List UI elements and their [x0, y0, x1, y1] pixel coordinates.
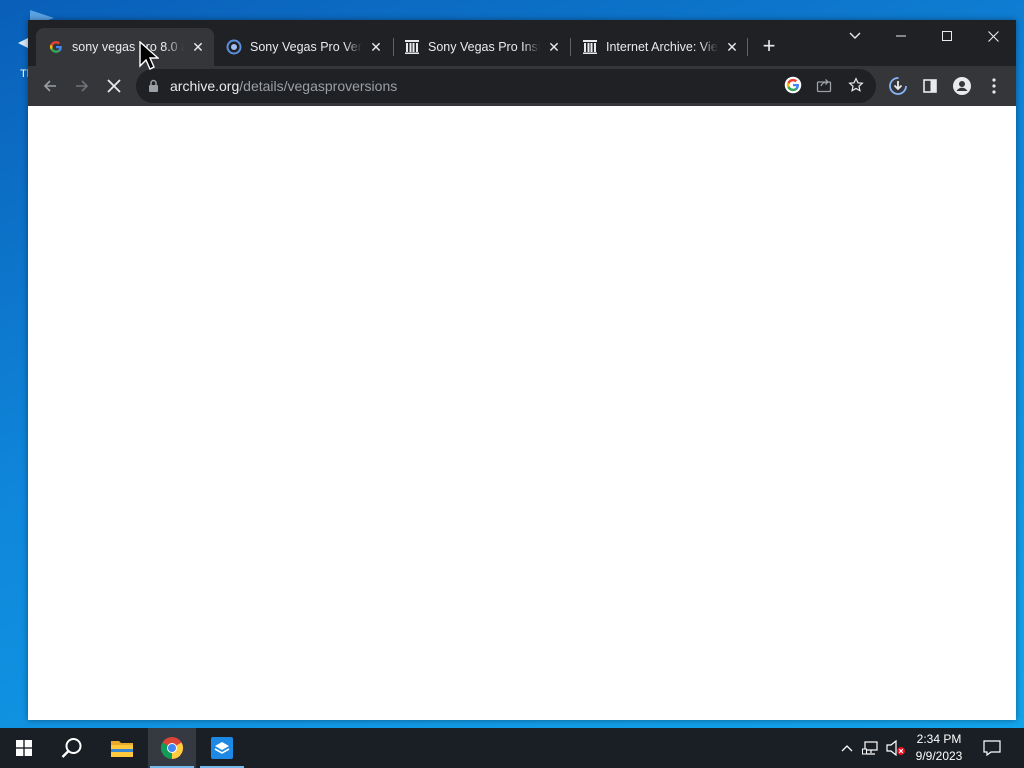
- windows-logo-icon: [16, 740, 32, 756]
- extension-button[interactable]: [882, 70, 914, 102]
- search-button[interactable]: [48, 728, 96, 768]
- address-bar[interactable]: archive.org/details/vegasproversions: [136, 69, 876, 103]
- clock-time: 2:34 PM: [916, 732, 962, 746]
- maximize-button[interactable]: [924, 20, 970, 52]
- tab-title: Sony Vegas Pro Versions: [250, 40, 362, 54]
- chrome-window: sony vegas pro 8.0 and ✕ Sony Vegas Pro …: [28, 20, 1016, 720]
- address-text: archive.org/details/vegasproversions: [170, 78, 397, 94]
- url-host: archive.org: [170, 78, 240, 94]
- volume-button[interactable]: [884, 728, 908, 768]
- taskbar: 2:34 PM 9/9/2023: [0, 728, 1024, 768]
- tab-internet-archive[interactable]: Internet Archive: View ✕: [570, 28, 748, 66]
- minimize-icon: [896, 35, 906, 37]
- file-explorer-icon: [111, 741, 133, 757]
- tab-close-icon[interactable]: ✕: [368, 39, 384, 55]
- app-taskbar-button[interactable]: [198, 728, 246, 768]
- side-panel-icon: [923, 79, 937, 93]
- tab-title: Internet Archive: View: [606, 40, 718, 54]
- kebab-menu-icon: [992, 78, 996, 94]
- tab-close-icon[interactable]: ✕: [724, 39, 740, 55]
- tab-close-icon[interactable]: ✕: [546, 39, 562, 55]
- volume-muted-icon: [886, 740, 905, 756]
- browser-toolbar: archive.org/details/vegasproversions: [28, 66, 1016, 106]
- chrome-taskbar-button[interactable]: [148, 728, 196, 768]
- new-tab-button[interactable]: +: [756, 34, 782, 60]
- close-window-button[interactable]: [970, 20, 1016, 52]
- bookmark-star-icon[interactable]: [848, 77, 868, 97]
- start-button[interactable]: [0, 728, 48, 768]
- profile-button[interactable]: [946, 70, 978, 102]
- close-icon: [987, 30, 999, 42]
- lock-icon[interactable]: [148, 79, 159, 93]
- action-center-button[interactable]: [978, 728, 1006, 768]
- minimize-button[interactable]: [878, 20, 924, 52]
- share-icon[interactable]: [816, 77, 836, 97]
- tab-close-icon[interactable]: ✕: [190, 39, 206, 55]
- google-lens-icon[interactable]: [784, 76, 804, 96]
- tab-sony-vegas-installer[interactable]: Sony Vegas Pro Installer ✕: [392, 28, 570, 66]
- side-panel-button[interactable]: [914, 70, 946, 102]
- url-path: /details/vegasproversions: [239, 78, 398, 94]
- stop-icon: [107, 79, 121, 93]
- tab-google-search[interactable]: sony vegas pro 8.0 and ✕: [36, 28, 214, 66]
- network-button[interactable]: [860, 728, 882, 768]
- google-g-icon: [48, 39, 64, 55]
- shortcut-arrow-icon: [18, 38, 28, 48]
- forward-button[interactable]: [66, 70, 98, 102]
- tab-strip: sony vegas pro 8.0 and ✕ Sony Vegas Pro …: [28, 20, 1016, 66]
- chevron-down-icon: [849, 32, 861, 39]
- stop-loading-button[interactable]: [98, 70, 130, 102]
- archive-icon: [582, 39, 598, 55]
- page-content[interactable]: [28, 106, 1016, 720]
- notification-icon: [983, 740, 1001, 756]
- maximize-icon: [942, 31, 952, 41]
- archive-icon: [404, 39, 420, 55]
- tab-sony-vegas-versions[interactable]: Sony Vegas Pro Versions ✕: [214, 28, 392, 66]
- back-button[interactable]: [34, 70, 66, 102]
- show-hidden-icons-button[interactable]: [836, 728, 858, 768]
- chrome-icon: [161, 737, 183, 759]
- network-icon: [862, 741, 878, 755]
- tab-title: Sony Vegas Pro Installer: [428, 40, 540, 54]
- download-extension-icon: [889, 77, 907, 95]
- arrow-left-icon: [43, 80, 56, 92]
- mouse-cursor-icon: [139, 41, 159, 70]
- profile-avatar-icon: [953, 77, 971, 95]
- sandbox-app-icon: [211, 737, 233, 759]
- arrow-right-icon: [76, 80, 89, 92]
- tab-separator: [747, 38, 748, 56]
- file-explorer-button[interactable]: [98, 728, 146, 768]
- chevron-up-icon: [841, 745, 853, 752]
- menu-button[interactable]: [978, 70, 1010, 102]
- clock-date: 9/9/2023: [915, 749, 963, 763]
- taskbar-clock[interactable]: 2:34 PM 9/9/2023: [908, 731, 970, 765]
- vegas-icon: [226, 39, 242, 55]
- tab-search-button[interactable]: [832, 20, 878, 52]
- search-icon: [61, 738, 82, 758]
- tab-title: sony vegas pro 8.0 and: [72, 40, 184, 54]
